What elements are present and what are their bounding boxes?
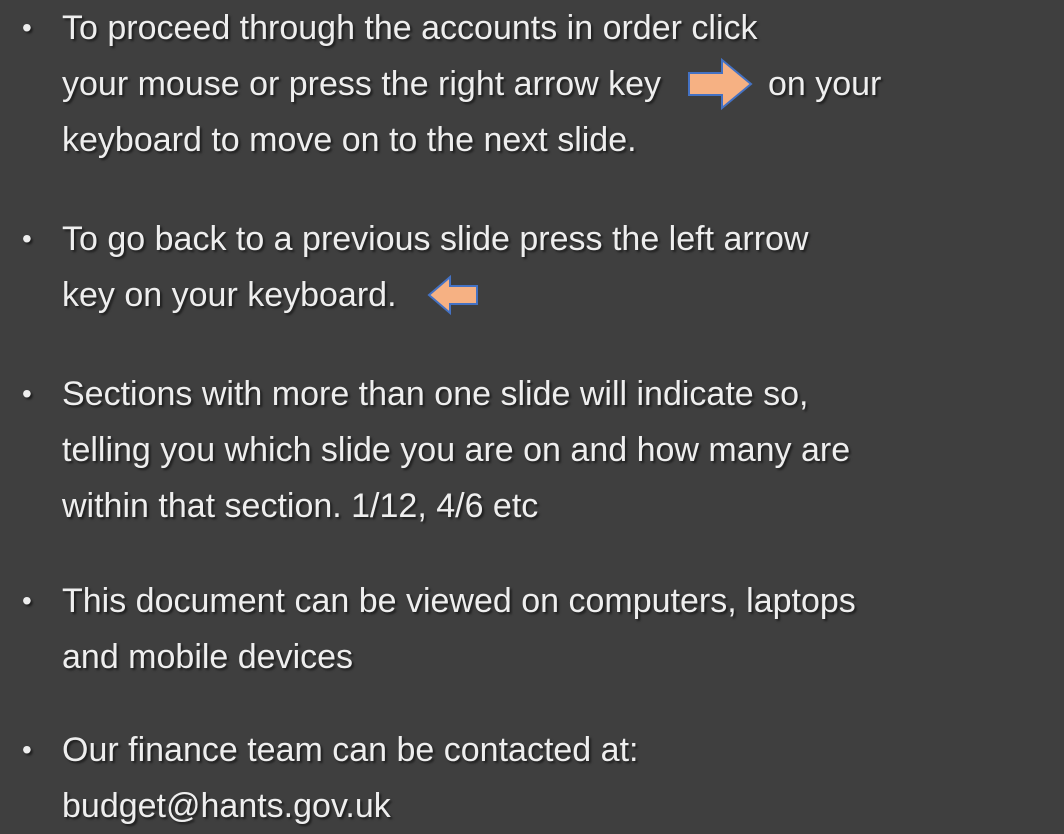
bullet-text: Sections with more than one slide will i… <box>62 366 1062 534</box>
bullet-line: telling you which slide you are on and h… <box>62 431 851 469</box>
bullet-text: This document can be viewed on computers… <box>62 573 1062 685</box>
bullet-line: Our finance team can be contacted at: <box>62 731 639 769</box>
right-arrow-icon <box>688 57 754 111</box>
bullet-line: and mobile devices <box>62 638 354 676</box>
bullet-text: To go back to a previous slide press the… <box>62 211 1062 323</box>
bullet-marker: • <box>22 734 32 765</box>
bullet-line: To proceed through the accounts in order… <box>62 9 758 47</box>
bullet-line-with-arrow: your mouse or press the right arrow key … <box>62 56 1062 112</box>
bullet-line-text: on your <box>767 65 882 103</box>
bullet-marker: • <box>22 585 32 616</box>
bullet-text: To proceed through the accounts in order… <box>62 0 1062 168</box>
bullet-line: within that section. 1/12, 4/6 etc <box>62 487 539 525</box>
left-arrow-icon <box>427 274 478 316</box>
bullet-line-text: key on your keyboard. <box>62 276 397 314</box>
bullet-marker: • <box>22 223 32 254</box>
bullet-line-text: your mouse or press the right arrow key <box>62 65 662 103</box>
bullet-line: This document can be viewed on computers… <box>62 582 856 620</box>
slide: • To proceed through the accounts in ord… <box>0 0 1064 829</box>
bullet-marker: • <box>22 12 32 43</box>
bullet-marker: • <box>22 378 32 409</box>
bullet-line: keyboard to move on to the next slide. <box>62 121 637 159</box>
contact-email[interactable]: budget@hants.gov.uk <box>62 778 1062 834</box>
bullet-line-with-arrow: key on your keyboard. <box>62 267 1062 323</box>
bullet-text: Our finance team can be contacted at: bu… <box>62 722 1062 834</box>
bullet-line: To go back to a previous slide press the… <box>62 220 809 258</box>
bullet-line: Sections with more than one slide will i… <box>62 375 809 413</box>
